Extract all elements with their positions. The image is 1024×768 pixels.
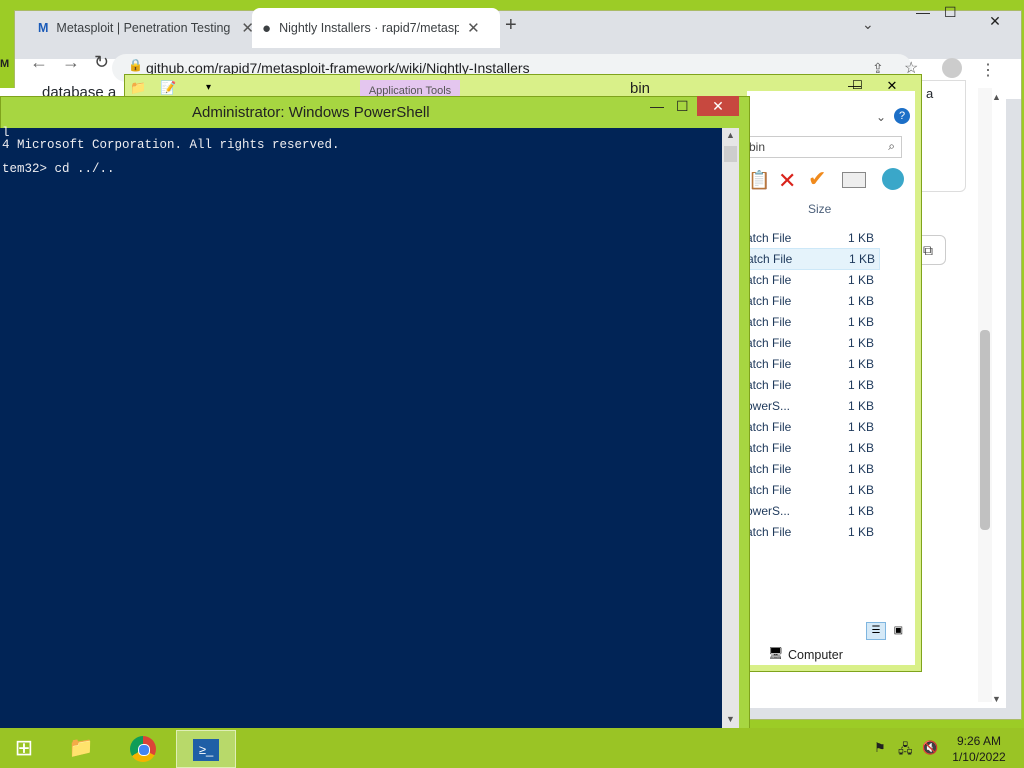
delete-icon[interactable]: ✕ <box>778 168 796 194</box>
powershell-title: Administrator: Windows PowerShell <box>192 104 430 121</box>
file-row[interactable]: owerS... 1 KB <box>746 501 878 521</box>
tab-nightly-installers[interactable]: ● Nightly Installers · rapid7/metasp ✕ <box>252 8 500 48</box>
search-icon: ⌕ <box>888 139 895 153</box>
maximize-icon[interactable]: ☐ <box>944 4 957 21</box>
file-row[interactable]: atch File 1 KB <box>746 270 878 290</box>
close-icon[interactable]: ✕ <box>697 96 739 116</box>
address-dropdown-icon[interactable]: ⌄ <box>876 110 886 124</box>
taskbar-file-explorer[interactable]: 📁 <box>52 730 110 766</box>
checkmark-icon[interactable]: ✔ <box>808 166 826 192</box>
console-scrollbar[interactable] <box>722 128 739 728</box>
taskbar-powershell[interactable]: ≥_ <box>176 730 236 768</box>
folder-icon: 📁 <box>130 80 147 95</box>
folder-icon: 📁 <box>68 737 94 759</box>
tab-search-chevron-icon[interactable]: ⌄ <box>862 16 874 33</box>
close-icon[interactable]: ✕ <box>870 76 914 96</box>
close-window-icon[interactable]: ✕ <box>970 10 1020 32</box>
profile-avatar[interactable] <box>942 58 962 78</box>
file-row[interactable]: atch File 1 KB <box>746 417 878 437</box>
tab-metasploit[interactable]: M Metasploit | Penetration Testing S ✕ <box>22 8 254 48</box>
scroll-down-icon[interactable]: ▼ <box>992 694 1001 704</box>
file-row[interactable]: atch File 1 KB <box>746 522 878 542</box>
size-column-header[interactable]: Size <box>808 202 831 216</box>
clock[interactable]: 9:26 AM 1/10/2022 <box>944 733 1014 765</box>
file-row[interactable]: atch File 1 KB <box>746 480 878 500</box>
volume-muted-icon[interactable]: 🔇 <box>922 740 938 756</box>
file-row[interactable]: owerS... 1 KB <box>746 396 878 416</box>
file-row[interactable]: atch File 1 KB <box>746 291 878 311</box>
file-row[interactable]: atch File 1 KB <box>746 228 878 248</box>
quick-access-chevron-down-icon[interactable]: ▾ <box>206 82 211 93</box>
start-button[interactable]: ⊞ <box>0 730 48 766</box>
close-icon[interactable]: ✕ <box>467 19 480 37</box>
metasploit-icon: M <box>38 21 49 35</box>
explorer-title: bin <box>630 80 651 97</box>
kebab-menu-icon[interactable]: ⋮ <box>980 60 996 80</box>
reload-icon[interactable]: ↻ <box>94 52 109 73</box>
properties-icon[interactable]: 📝 <box>160 80 176 96</box>
computer-icon: 🖥 <box>768 646 784 660</box>
rename-icon[interactable] <box>842 172 866 188</box>
desktop-edge-icon: M <box>0 58 10 70</box>
back-arrow-icon[interactable]: ← <box>30 52 48 73</box>
globe-icon[interactable] <box>882 168 904 190</box>
search-query: bin <box>749 140 766 154</box>
details-view-icon[interactable]: ☰ <box>866 622 886 640</box>
scroll-down-icon[interactable]: ▼ <box>726 714 735 724</box>
forward-arrow-icon[interactable]: → <box>62 52 80 73</box>
file-row[interactable]: atch File 1 KB <box>746 438 878 458</box>
view-toggle: ☰ ▣ <box>866 622 907 640</box>
powershell-console[interactable]: l 4 Microsoft Corporation. All rights re… <box>0 126 722 728</box>
scroll-up-icon[interactable]: ▲ <box>992 92 1001 102</box>
large-icons-view-icon[interactable]: ▣ <box>889 623 907 639</box>
github-icon: ● <box>262 19 272 37</box>
console-line: tem32> cd ../.. <box>2 162 115 176</box>
network-icon[interactable]: 🖧 <box>898 740 913 762</box>
file-row[interactable]: atch File 1 KB <box>746 333 878 353</box>
lock-icon[interactable]: 🔒 <box>128 58 143 72</box>
explorer-search-input[interactable]: bin ⌕ <box>746 136 902 158</box>
chrome-icon <box>130 735 156 762</box>
file-row[interactable]: atch File 1 KB <box>746 375 878 395</box>
clock-date: 1/10/2022 <box>952 750 1006 764</box>
page-scrollbar-thumb[interactable] <box>980 330 990 530</box>
scroll-up-icon[interactable]: ▲ <box>726 130 735 140</box>
page-text-fragment-right: a <box>926 86 934 101</box>
new-tab-button[interactable]: + <box>505 14 517 37</box>
console-scrollbar-thumb[interactable] <box>724 146 737 162</box>
minimize-icon[interactable]: — <box>650 98 664 114</box>
windows-logo-icon: ⊞ <box>14 735 34 760</box>
paste-icon[interactable]: 📋 <box>748 170 770 191</box>
status-location: Computer <box>788 648 843 662</box>
file-row[interactable]: atch File 1 KB <box>746 312 878 332</box>
tab-title: Metasploit | Penetration Testing S <box>56 21 234 35</box>
maximize-icon[interactable]: ☐ <box>676 98 689 115</box>
console-line: 4 Microsoft Corporation. All rights rese… <box>2 138 340 152</box>
tab-title: Nightly Installers · rapid7/metasp <box>279 21 460 35</box>
clock-time: 9:26 AM <box>956 734 1002 748</box>
maximize-icon[interactable]: ☐ <box>852 78 863 92</box>
minimize-icon[interactable]: — <box>916 4 930 20</box>
powershell-icon: ≥_ <box>193 738 219 761</box>
taskbar-chrome[interactable] <box>114 730 172 766</box>
file-row[interactable]: atch File 1 KB <box>746 459 878 479</box>
help-icon[interactable]: ? <box>894 108 910 124</box>
file-row-selected[interactable]: atch File 1 KB <box>746 248 880 270</box>
action-center-flag-icon[interactable]: ⚑ <box>874 740 886 756</box>
file-row[interactable]: atch File 1 KB <box>746 354 878 374</box>
